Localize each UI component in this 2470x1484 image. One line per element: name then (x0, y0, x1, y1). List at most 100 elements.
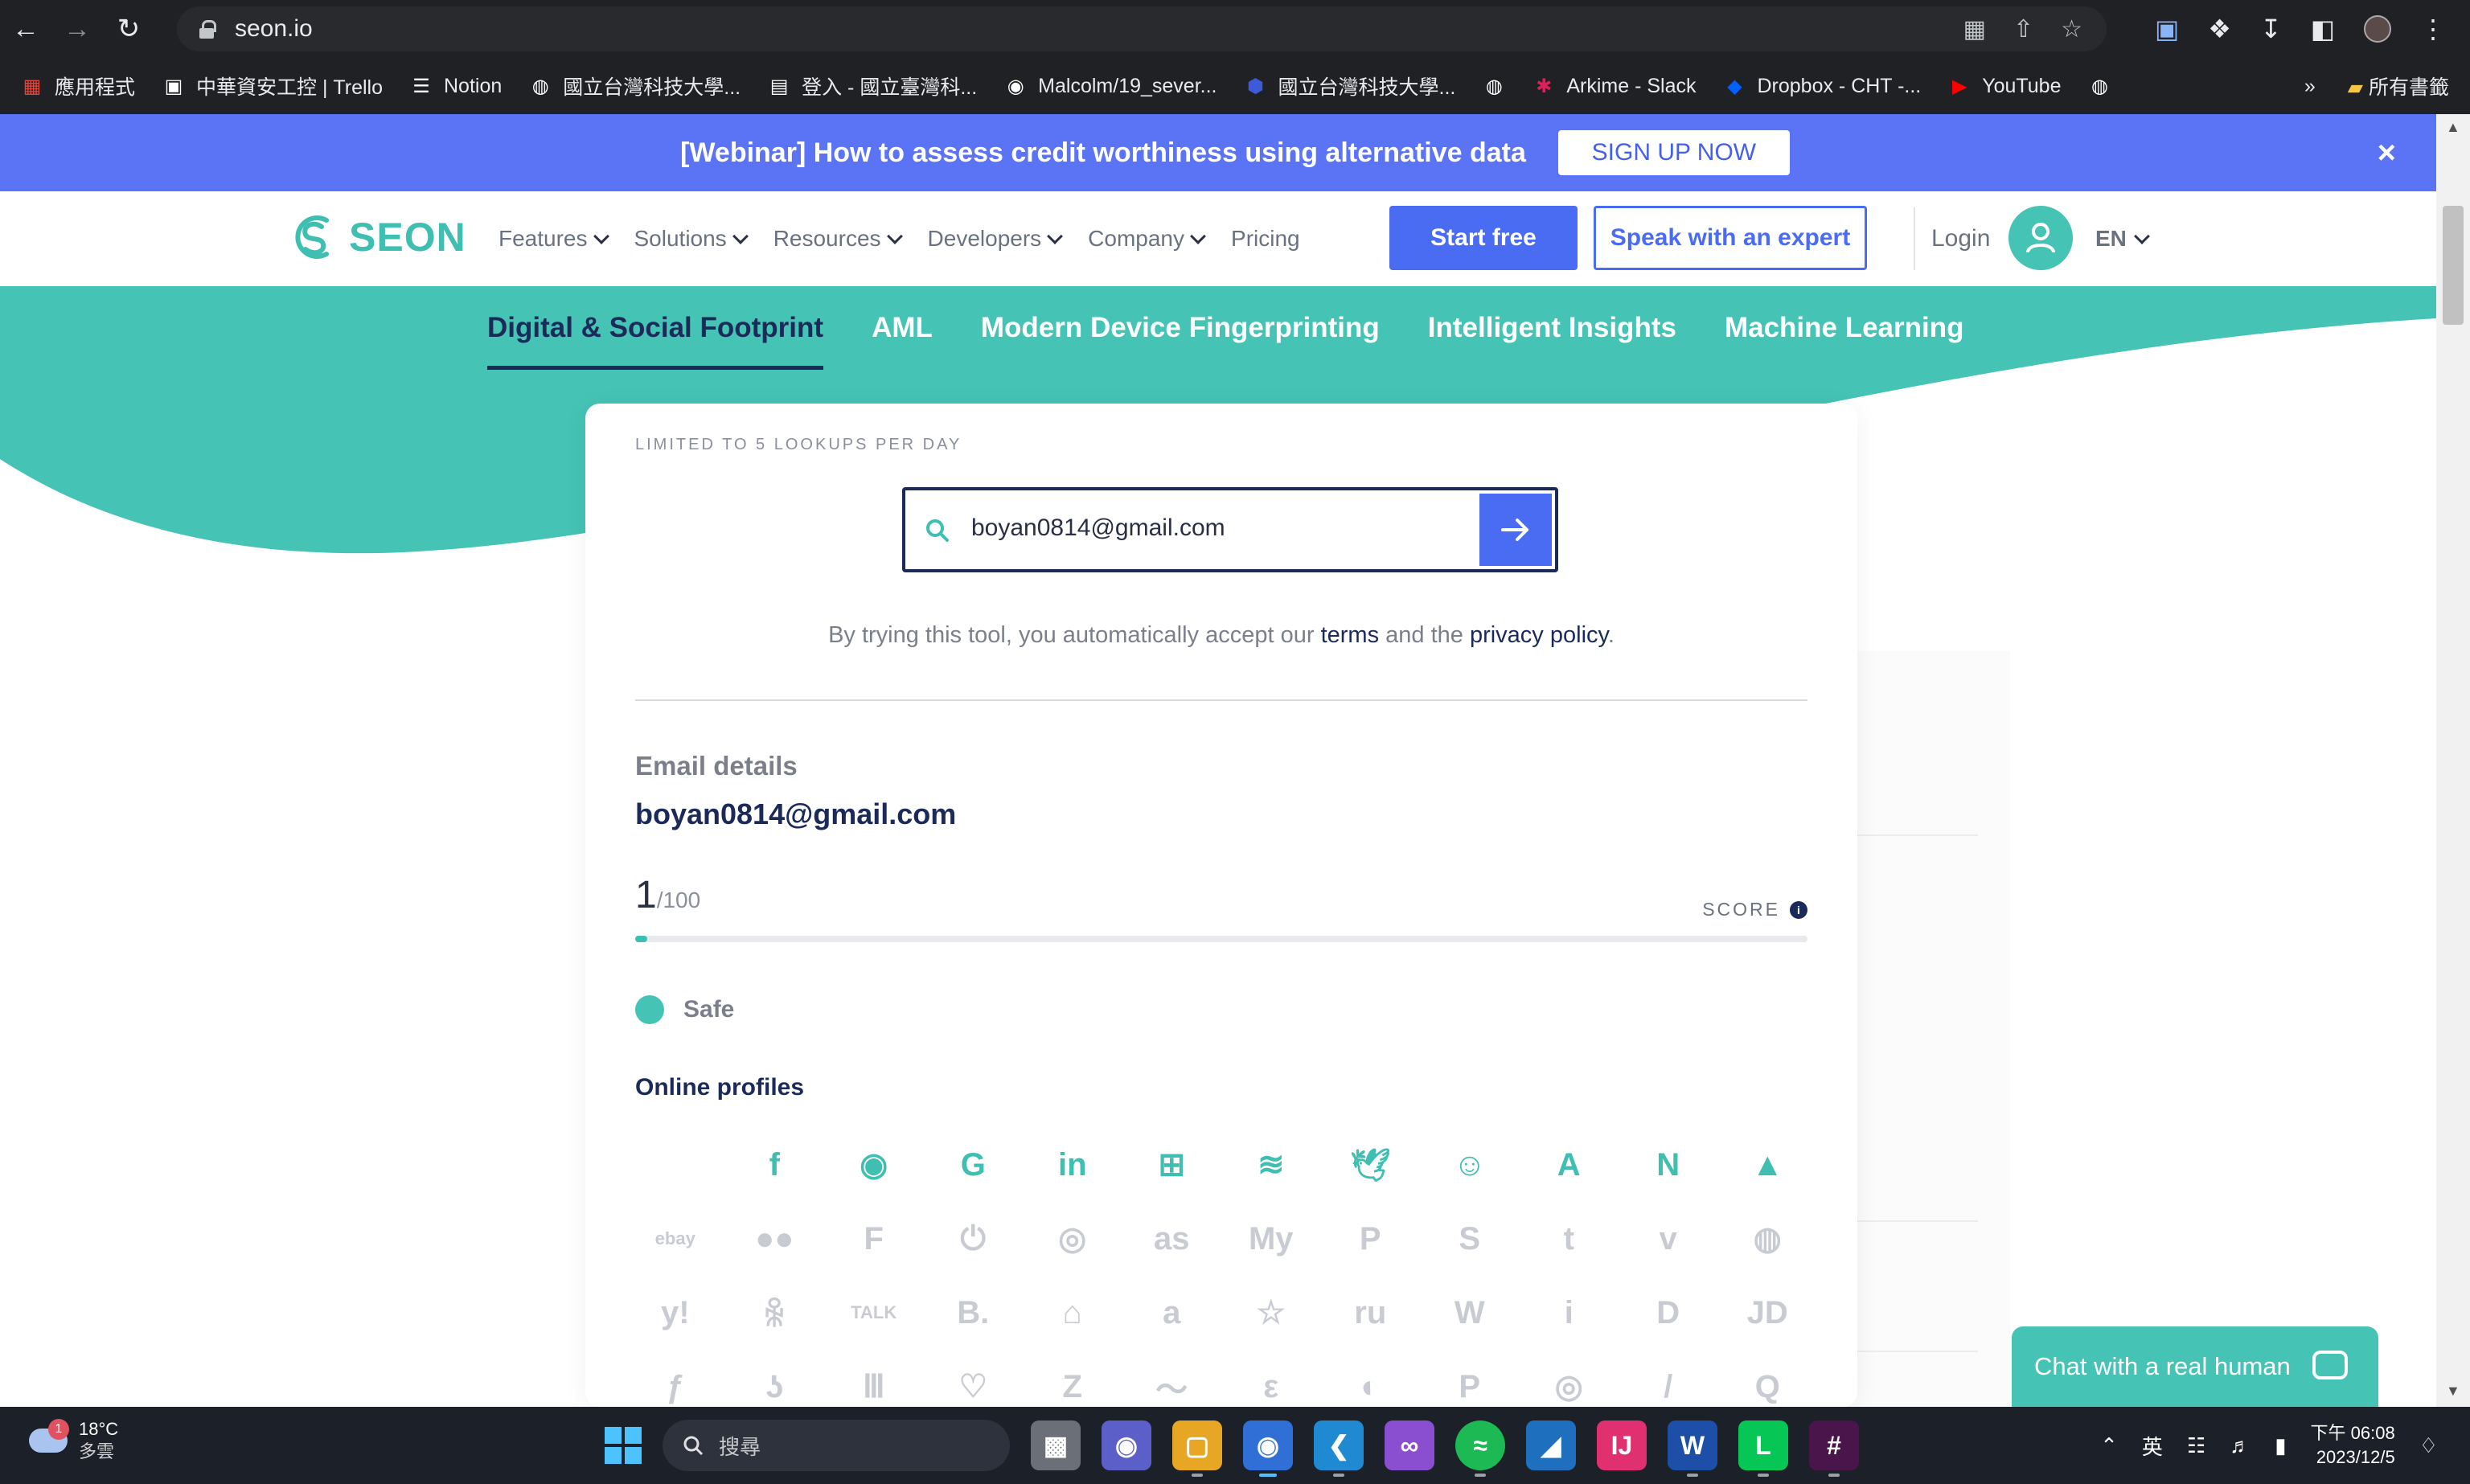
tab-digital-social-footprint[interactable]: Digital & Social Footprint (487, 286, 824, 370)
zoho-icon: Z (1062, 1368, 1082, 1404)
scroll-up-icon[interactable]: ▲ (2446, 119, 2460, 136)
bookmarks-overflow: » ▰ 所有書籤 (2304, 58, 2449, 114)
bookmark-item[interactable]: ▣ 中華資安工控 | Trello (162, 72, 383, 100)
notification-bell-icon[interactable]: ♢ (2419, 1433, 2438, 1458)
bookmark-item[interactable]: ◍ (1483, 75, 1505, 97)
tab-modern-device-fingerprinting[interactable]: Modern Device Fingerprinting (981, 286, 1380, 370)
share-icon[interactable]: ⇧ (2013, 15, 2033, 43)
nav-item-pricing[interactable]: Pricing (1231, 226, 1300, 252)
bookmark-label: Malcolm/19_sever... (1038, 74, 1217, 97)
document-icon: ▤ (769, 75, 789, 97)
vscode-icon[interactable]: ❮ (1314, 1420, 1364, 1477)
online-profiles-grid: f ◉ Gin ⊞ ≋ 🕊 ☺ A N ▲ ebay ●● F ⏻ ◎ as My P St v ◍ y! ꆜ TALK B. ⌂… (626, 1143, 1817, 1408)
github-icon: ◉ (860, 1147, 888, 1183)
profile-avatar[interactable] (2364, 15, 2391, 43)
pinterest-icon: P (1359, 1220, 1381, 1256)
browser-toolbar: ← → ↻ seon.io ▦ ⇧ ☆ ▣ ❖ ↧ ◧ ⋮ (0, 0, 2470, 58)
nav-item-solutions[interactable]: Solutions (634, 226, 749, 252)
info-icon[interactable]: i (1790, 900, 1807, 919)
background-divider (1849, 1220, 1978, 1222)
email-search-input[interactable]: boyan0814@gmail.com (971, 514, 1225, 542)
speak-expert-button[interactable]: Speak with an expert (1594, 206, 1867, 270)
scrollbar-thumb[interactable] (2443, 206, 2464, 325)
cloud-icon: 1 (29, 1419, 69, 1453)
bookmark-label: 登入 - 國立臺灣科... (802, 76, 978, 99)
download-icon[interactable]: ↧ (2260, 14, 2282, 44)
sign-up-button[interactable]: SIGN UP NOW (1557, 130, 1790, 175)
line-icon[interactable]: L (1738, 1420, 1788, 1477)
risk-status: Safe (635, 995, 734, 1024)
terms-link[interactable]: terms (1321, 622, 1380, 648)
submit-lookup-button[interactable] (1479, 494, 1552, 566)
bookmark-item[interactable]: ▶ YouTube (1948, 75, 2061, 98)
nav-item-features[interactable]: Features (499, 226, 609, 252)
chevron-down-icon (593, 228, 609, 244)
volume-icon[interactable]: ♬ (2230, 1433, 2250, 1458)
myspace-icon: My (1248, 1220, 1294, 1256)
nav-item-resources[interactable]: Resources (773, 226, 903, 252)
language-selector[interactable]: EN (2095, 191, 2150, 286)
intellij-icon[interactable]: IJ (1597, 1420, 1647, 1470)
more-bookmarks-button[interactable]: » (2304, 75, 2316, 98)
tab-machine-learning[interactable]: Machine Learning (1725, 286, 1964, 370)
login-link[interactable]: Login (1931, 191, 1990, 286)
all-bookmarks-folder[interactable]: ▰ 所有書籤 (2348, 72, 2449, 100)
bookmark-item[interactable]: ◉ Malcolm/19_sever... (1004, 75, 1217, 98)
seon-logo[interactable]: SEON (289, 209, 466, 265)
chevron-up-icon[interactable]: ⌃ (2100, 1433, 2118, 1458)
bookmark-item[interactable]: ▦ 應用程式 (21, 72, 135, 100)
back-button[interactable]: ← (0, 0, 51, 58)
folder-icon: ▰ (2347, 76, 2364, 99)
user-icon[interactable] (2008, 206, 2073, 270)
bookmark-item[interactable]: ◍ (2088, 75, 2111, 97)
bookmark-item[interactable]: ✱ Arkime - Slack (1532, 75, 1696, 98)
bookmark-star-icon[interactable]: ☆ (2061, 15, 2082, 43)
close-icon[interactable]: × (2378, 135, 2396, 171)
menu-dots-icon[interactable]: ⋮ (2420, 14, 2446, 44)
visual-studio-icon[interactable]: ∞ (1385, 1420, 1434, 1470)
scroll-down-icon[interactable]: ▼ (2446, 1383, 2460, 1400)
clock[interactable]: 下午 06:08 2023/12/5 (2311, 1421, 2395, 1470)
task-view-icon[interactable]: ▩ (1031, 1420, 1081, 1470)
ime-indicator[interactable]: 英 (2142, 1431, 2163, 1461)
side-panel-icon[interactable]: ◧ (2311, 14, 2335, 44)
teams-chat-icon[interactable]: ◉ (1102, 1420, 1151, 1470)
nav-item-developers[interactable]: Developers (928, 226, 1064, 252)
windows-start-icon[interactable] (605, 1427, 642, 1464)
header-divider (1914, 207, 1915, 270)
taskbar-search[interactable]: 搜尋 (663, 1420, 1010, 1471)
chrome-icon[interactable]: ◉ (1243, 1420, 1293, 1477)
arrow-right-icon (1501, 519, 1528, 541)
search-icon (926, 519, 949, 542)
quora-icon: Q (1754, 1368, 1780, 1404)
wifi-icon[interactable]: ☷ (2187, 1433, 2205, 1458)
address-bar[interactable]: seon.io ▦ ⇧ ☆ (177, 6, 2107, 51)
file-explorer-icon[interactable]: ▢ (1172, 1420, 1222, 1477)
email-address: boyan0814@gmail.com (635, 797, 957, 830)
bookmark-item[interactable]: ☰ Notion (410, 75, 502, 98)
translate-icon[interactable]: ▦ (1963, 15, 1986, 43)
freelancer-icon: ƒ (666, 1368, 684, 1404)
azure-icon[interactable]: ◢ (1526, 1420, 1576, 1470)
extensions-puzzle-icon[interactable]: ❖ (2208, 14, 2231, 44)
reload-button[interactable]: ↻ (103, 0, 154, 58)
start-free-button[interactable]: Start free (1389, 206, 1578, 270)
bookmark-item[interactable]: ⬢ 國立台灣科技大學... (1245, 72, 1455, 100)
weibo-icon: ◍ (1753, 1221, 1782, 1256)
bookmark-item[interactable]: ◆ Dropbox - CHT -... (1723, 75, 1921, 98)
google-translate-extension-icon[interactable]: ▣ (2155, 14, 2179, 44)
bookmark-item[interactable]: ◍ 國立台灣科技大學... (529, 72, 741, 100)
nav-item-company[interactable]: Company (1088, 226, 1206, 252)
windows-taskbar: 1 18°C 多雲 搜尋 ▩ ◉ ▢ ◉ ❮ ∞ ≈ ◢ IJ W L # ⌃ … (0, 1407, 2470, 1484)
slack-icon[interactable]: # (1809, 1420, 1859, 1477)
weather-widget[interactable]: 1 18°C 多雲 (29, 1418, 118, 1463)
tab-aml[interactable]: AML (872, 286, 933, 370)
chat-widget[interactable]: Chat with a real human (2012, 1326, 2378, 1407)
battery-icon[interactable]: ▮ (2275, 1433, 2286, 1458)
spotify-icon[interactable]: ≈ (1455, 1420, 1505, 1477)
tab-intelligent-insights[interactable]: Intelligent Insights (1428, 286, 1676, 370)
privacy-policy-link[interactable]: privacy policy (1470, 622, 1608, 648)
forward-button[interactable]: → (51, 0, 103, 58)
wireshark-icon[interactable]: W (1668, 1420, 1717, 1477)
bookmark-item[interactable]: ▤ 登入 - 國立臺灣科... (768, 72, 977, 100)
